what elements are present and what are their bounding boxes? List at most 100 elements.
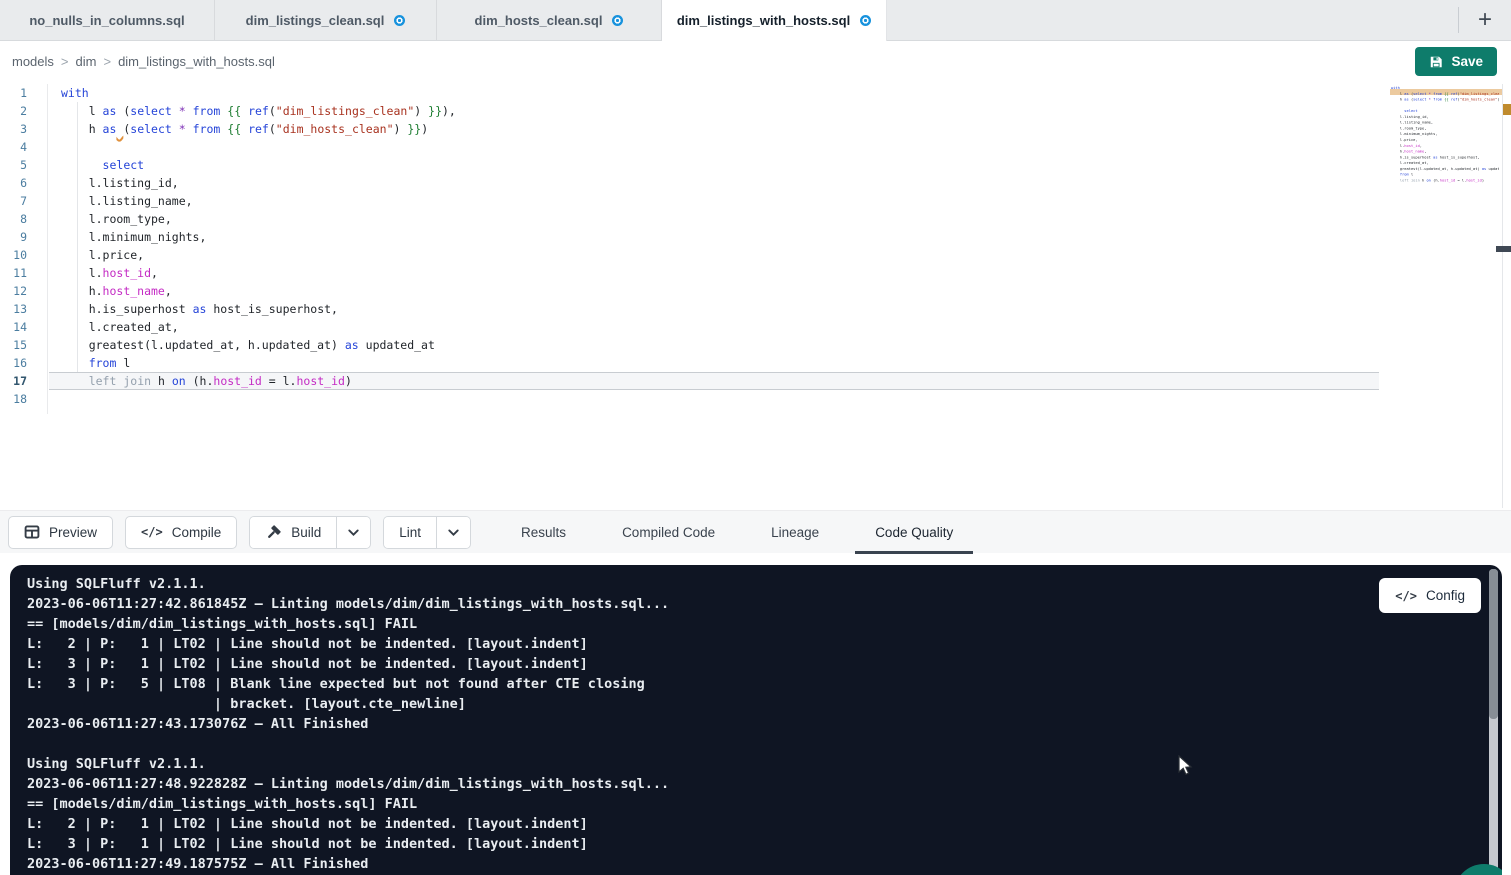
code-token: from [193, 122, 221, 136]
file-tab-label: no_nulls_in_columns.sql [29, 13, 184, 28]
line-number[interactable]: 1 [0, 84, 47, 102]
panel-tab-Lineage[interactable]: Lineage [761, 511, 829, 554]
breadcrumb-item-dim_listings_with_hosts.sql[interactable]: dim_listings_with_hosts.sql [118, 54, 275, 69]
code-line-13[interactable]: h.is_superhost as host_is_superhost, [49, 300, 1511, 318]
code-token: from [193, 104, 221, 118]
panel-tab-Code Quality[interactable]: Code Quality [865, 511, 963, 554]
code-line-18[interactable] [49, 390, 1511, 408]
code-token: l.room_type, [61, 212, 172, 226]
code-token: ) [345, 374, 352, 388]
line-number[interactable]: 11 [0, 264, 47, 282]
compile-button[interactable]: </> Compile [125, 516, 237, 549]
config-code-icon: </> [1395, 589, 1417, 603]
code-token: l.minimum_nights, [61, 230, 206, 244]
panel-tab-Compiled Code[interactable]: Compiled Code [612, 511, 725, 554]
new-tab-button[interactable]: + [1459, 0, 1511, 40]
line-number[interactable]: 15 [0, 336, 47, 354]
line-number[interactable]: 14 [0, 318, 47, 336]
config-button[interactable]: </> Config [1379, 578, 1481, 613]
code-line-7[interactable]: l.listing_name, [49, 192, 1511, 210]
line-number-gutter[interactable]: 123456789101112131415161718 [0, 84, 48, 414]
minimap-line [1391, 183, 1497, 189]
chevron-down-icon [446, 525, 461, 540]
file-tab-dim_hosts_clean.sql[interactable]: dim_hosts_clean.sql [437, 0, 662, 40]
code-line-8[interactable]: l.room_type, [49, 210, 1511, 228]
lint-dropdown-button[interactable] [436, 517, 470, 548]
line-number[interactable]: 6 [0, 174, 47, 192]
code-editor[interactable]: 123456789101112131415161718 with l as (s… [0, 82, 1511, 510]
build-dropdown-button[interactable] [336, 517, 370, 548]
minimap[interactable]: with l as (select * from {{ ref("dim_lis… [1391, 85, 1499, 205]
breadcrumb-bar: models>dim>dim_listings_with_hosts.sql S… [0, 41, 1511, 82]
help-fab-button[interactable] [1454, 864, 1502, 875]
line-number[interactable]: 16 [0, 354, 47, 372]
code-token: l.created_at, [61, 320, 179, 334]
minimap-token: h [1391, 97, 1404, 101]
result-panel-tabs: Results Compiled Code Lineage Code Quality [511, 511, 963, 554]
line-number[interactable]: 10 [0, 246, 47, 264]
breadcrumb-item-models[interactable]: models [12, 54, 54, 69]
terminal-scrollbar[interactable] [1489, 569, 1498, 875]
code-token: ref [248, 122, 269, 136]
minimap-token: l. [1391, 143, 1404, 147]
code-token: , [165, 284, 172, 298]
line-number[interactable]: 12 [0, 282, 47, 300]
code-line-10[interactable]: l.price, [49, 246, 1511, 264]
code-token: h. [61, 284, 103, 298]
minimap-token: host_name [1404, 149, 1424, 153]
minimap-token: l [1409, 172, 1413, 176]
file-tab-dim_listings_with_hosts.sql[interactable]: dim_listings_with_hosts.sql [662, 0, 887, 41]
file-tab-no_nulls_in_columns.sql[interactable]: no_nulls_in_columns.sql [0, 0, 215, 40]
code-token [172, 122, 179, 136]
code-line-16[interactable]: from l [49, 354, 1511, 372]
minimap-token [1391, 172, 1400, 176]
tabbar-spacer [887, 0, 1458, 40]
code-token: {{ [227, 104, 241, 118]
save-button[interactable]: Save [1415, 47, 1497, 76]
line-number[interactable]: 3 [0, 120, 47, 138]
code-token: l.price, [61, 248, 144, 262]
code-line-15[interactable]: greatest(l.updated_at, h.updated_at) as … [49, 336, 1511, 354]
breadcrumb-separator-icon: > [61, 54, 69, 69]
code-token: as [193, 302, 207, 316]
file-tab-bar: no_nulls_in_columns.sql dim_listings_clea… [0, 0, 1511, 41]
preview-button[interactable]: Preview [8, 516, 113, 549]
code-line-12[interactable]: h.host_name, [49, 282, 1511, 300]
line-number[interactable]: 8 [0, 210, 47, 228]
file-tab-label: dim_listings_with_hosts.sql [677, 13, 850, 28]
line-number[interactable]: 7 [0, 192, 47, 210]
build-hammer-icon [265, 524, 282, 541]
code-line-3[interactable]: h as (select * from {{ ref("dim_hosts_cl… [49, 120, 1511, 138]
code-line-9[interactable]: l.minimum_nights, [49, 228, 1511, 246]
line-number[interactable]: 9 [0, 228, 47, 246]
code-line-6[interactable]: l.listing_id, [49, 174, 1511, 192]
code-content[interactable]: with l as (select * from {{ ref("dim_lis… [49, 84, 1511, 408]
code-line-5[interactable]: select [49, 156, 1511, 174]
line-number[interactable]: 4 [0, 138, 47, 156]
line-number[interactable]: 13 [0, 300, 47, 318]
file-tab-dim_listings_clean.sql[interactable]: dim_listings_clean.sql [215, 0, 437, 40]
breadcrumb-item-dim[interactable]: dim [76, 54, 97, 69]
code-token [61, 158, 103, 172]
terminal-scrollbar-thumb[interactable] [1489, 569, 1498, 719]
minimap-token: ) [1482, 178, 1484, 182]
code-line-14[interactable]: l.created_at, [49, 318, 1511, 336]
code-line-1[interactable]: with [49, 84, 1511, 102]
code-line-2[interactable]: l as (select * from {{ ref("dim_listings… [49, 102, 1511, 120]
minimap-token: h [1420, 178, 1427, 182]
minimap-token: "dim_hosts_clean" [1460, 97, 1498, 101]
code-line-11[interactable]: l.host_id, [49, 264, 1511, 282]
panel-tab-Results[interactable]: Results [511, 511, 576, 554]
lint-button[interactable]: Lint [384, 517, 436, 548]
line-number[interactable]: 17 [0, 372, 47, 390]
compile-label: Compile [172, 525, 222, 540]
line-number[interactable]: 18 [0, 390, 47, 408]
code-line-4[interactable] [49, 138, 1511, 156]
build-button[interactable]: Build [250, 517, 336, 548]
line-number[interactable]: 5 [0, 156, 47, 174]
minimap-token: host_is_superhost, [1438, 155, 1480, 159]
line-number[interactable]: 2 [0, 102, 47, 120]
code-line-17[interactable]: left join h on (h.host_id = l.host_id) [49, 372, 1379, 390]
code-token: on [172, 374, 186, 388]
minimap-token: from [1433, 91, 1442, 95]
